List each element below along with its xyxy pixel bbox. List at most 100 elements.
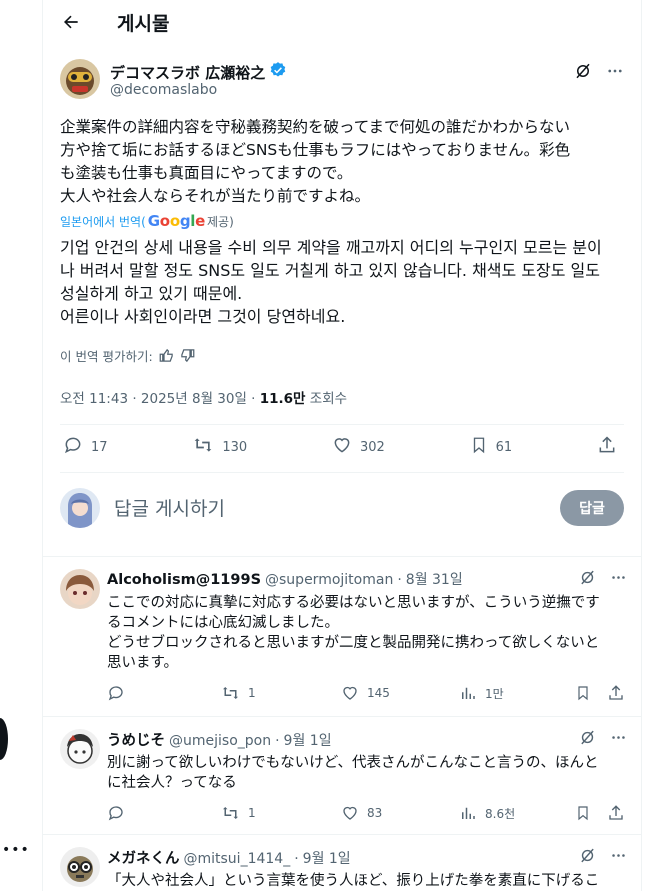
reply-submit-button[interactable]: 답글 <box>560 490 624 526</box>
reply-avatar[interactable] <box>60 847 100 887</box>
thumbs-down-icon[interactable] <box>180 348 195 363</box>
reply-action-bar: 1 145 1만 <box>107 683 627 703</box>
reply-author-handle[interactable]: @mitsui_1414_ <box>184 851 291 867</box>
verified-badge-icon <box>269 61 287 83</box>
view-count: 1만 <box>485 686 504 701</box>
analytics-icon[interactable]: 8.6천 <box>459 804 515 822</box>
back-arrow-icon[interactable] <box>53 4 89 40</box>
current-user-avatar[interactable] <box>60 488 100 528</box>
separator-dot: · <box>294 851 299 867</box>
like-action[interactable]: 302 <box>332 435 385 459</box>
repost-icon <box>192 435 214 459</box>
rate-translation-label: 이 번역 평가하기: <box>60 349 153 364</box>
reply-item[interactable]: Alcoholism@1199S @supermojitoman · 8월 31… <box>43 556 641 716</box>
reply-composer: 답글 게시하기 답글 <box>60 484 624 532</box>
floating-dark-button[interactable] <box>0 718 8 760</box>
heart-icon[interactable]: 83 <box>341 804 382 822</box>
more-options-icon[interactable] <box>610 847 627 864</box>
reply-text: 「大人や社会人」という言葉を使う人ほど、振り上げた拳を素直に下げるこ <box>107 873 600 889</box>
repost-icon[interactable]: 1 <box>221 804 256 822</box>
reply-author-name[interactable]: Alcoholism@1199S <box>107 572 261 588</box>
more-options-icon[interactable] <box>606 62 624 80</box>
reply-header: Alcoholism@1199S @supermojitoman · 8월 31… <box>107 569 581 589</box>
page-header: 게시물 <box>43 0 641 44</box>
reply-top-actions <box>579 729 627 746</box>
post-author: デコマスラボ 広瀬裕之 @decomaslabo <box>60 58 624 102</box>
reply-date[interactable]: 8월 31일 <box>406 569 463 589</box>
reply-text: 別に謝って欲しいわけでもないけど、代表さんがこんなこと言うの、ほんと に社会人？… <box>107 755 599 791</box>
post-original-text: 企業案件の詳細内容を守秘義務契約を破ってまで何処の誰だかわからない 方や捨て垢に… <box>60 118 571 205</box>
translation-source-label[interactable]: 일본어에서 번역( <box>60 213 146 230</box>
reply-author-handle[interactable]: @supermojitoman <box>265 572 393 588</box>
reply-item[interactable]: メガネくん @mitsui_1414_ · 9월 1일 「大人や社会人」という言… <box>43 834 641 891</box>
translation-credit: 제공) <box>206 214 234 229</box>
author-handle[interactable]: @decomaslabo <box>110 82 217 98</box>
separator-dot: · <box>397 572 402 588</box>
reply-item[interactable]: うめじそ @umejiso_pon · 9월 1일 別に謝って欲しいわけでもない… <box>43 716 641 834</box>
grok-icon[interactable] <box>574 62 592 80</box>
share-action[interactable] <box>597 435 617 459</box>
repost-count: 1 <box>248 686 256 700</box>
author-avatar[interactable] <box>60 59 100 99</box>
grok-icon[interactable] <box>579 729 596 746</box>
post-meta: 오전 11:43 · 2025년 8월 30일 · 11.6만 조회수 <box>60 387 347 407</box>
repost-count: 1 <box>248 806 256 820</box>
thumbs-up-icon[interactable] <box>159 348 174 363</box>
repost-count: 130 <box>222 439 248 455</box>
reply-header: うめじそ @umejiso_pon · 9월 1일 <box>107 729 581 750</box>
share-icon <box>597 435 617 459</box>
reply-action[interactable]: 17 <box>63 435 108 459</box>
post-action-bar: 17 130 302 61 <box>63 432 617 462</box>
reply-avatar[interactable] <box>60 729 100 769</box>
post-top-actions <box>574 62 624 80</box>
reply-avatar[interactable] <box>60 569 100 609</box>
grok-icon[interactable] <box>579 847 596 864</box>
divider <box>60 424 624 425</box>
bookmark-icon[interactable] <box>575 804 591 822</box>
repost-icon[interactable]: 1 <box>221 684 256 702</box>
google-logo: Google <box>147 212 205 230</box>
analytics-icon[interactable]: 1만 <box>459 684 504 702</box>
rate-translation: 이 번역 평가하기: <box>60 346 195 365</box>
views-count: 11.6만 <box>259 391 306 407</box>
views-label: 조회수 <box>305 391 348 407</box>
reply-text: ここでの対応に真摯に対応する必要はないと思いますが、こういう逆撫です るコメント… <box>107 595 600 671</box>
grok-icon[interactable] <box>579 569 596 586</box>
reply-author-handle[interactable]: @umejiso_pon <box>169 733 271 749</box>
more-menu-icon[interactable]: ••• <box>2 842 30 858</box>
main-column: 게시물 デコマスラボ 広瀬裕之 @decomaslabo 企業案件の詳細内容を守… <box>42 0 642 891</box>
reply-icon <box>63 435 83 459</box>
like-count: 302 <box>360 439 385 455</box>
bookmark-action[interactable]: 61 <box>470 435 513 459</box>
reply-input[interactable]: 답글 게시하기 <box>114 494 225 521</box>
share-icon[interactable] <box>607 804 625 822</box>
reply-action-bar: 1 83 8.6천 <box>107 803 627 823</box>
reply-author-name[interactable]: メガネくん <box>107 847 180 868</box>
bookmark-count: 61 <box>495 439 513 455</box>
reply-date[interactable]: 9월 1일 <box>303 848 351 868</box>
author-name[interactable]: デコマスラボ 広瀬裕之 <box>110 62 265 83</box>
reply-date[interactable]: 9월 1일 <box>284 730 332 750</box>
bookmark-icon <box>470 435 488 459</box>
divider <box>60 472 624 473</box>
author-name-row: デコマスラボ 広瀬裕之 <box>110 61 287 83</box>
reply-count: 17 <box>91 439 108 455</box>
share-icon[interactable] <box>607 684 625 702</box>
more-options-icon[interactable] <box>610 569 627 586</box>
reply-icon[interactable] <box>107 804 133 822</box>
bookmark-icon[interactable] <box>575 684 591 702</box>
reply-top-actions <box>579 847 627 864</box>
repost-action[interactable]: 130 <box>192 435 247 459</box>
like-count: 83 <box>367 806 383 820</box>
post-timestamp[interactable]: 오전 11:43 · 2025년 8월 30일 · <box>60 391 260 407</box>
reply-icon[interactable] <box>107 684 133 702</box>
heart-icon <box>332 435 352 459</box>
post-translation-text: 기업 안건의 상세 내용을 수비 의무 계약을 깨고까지 어디의 누구인지 모르… <box>60 238 602 326</box>
heart-icon[interactable]: 145 <box>341 684 390 702</box>
translation-notice: 일본어에서 번역( Google 제공) <box>60 212 234 230</box>
like-count: 145 <box>367 686 390 700</box>
reply-author-name[interactable]: うめじそ <box>107 729 165 750</box>
more-options-icon[interactable] <box>610 729 627 746</box>
reply-header: メガネくん @mitsui_1414_ · 9월 1일 <box>107 847 581 868</box>
view-count: 8.6천 <box>485 806 516 821</box>
